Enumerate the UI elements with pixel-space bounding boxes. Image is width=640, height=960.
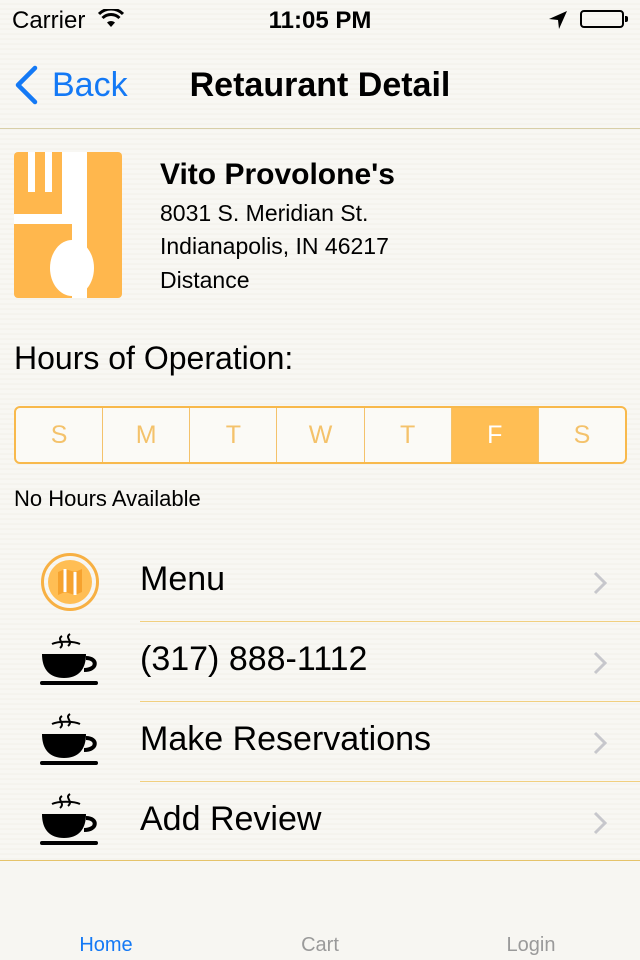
back-label: Back (52, 65, 128, 104)
navigation-bar: Back Retaurant Detail (0, 40, 640, 129)
coffee-cup-icon (40, 793, 98, 845)
reservations-label: Make Reservations (140, 720, 432, 758)
chevron-right-icon (593, 571, 608, 595)
day-segment-saturday[interactable]: S (539, 408, 625, 462)
list-bottom-divider (0, 860, 640, 861)
add-review-label: Add Review (140, 800, 322, 838)
reservations-row[interactable]: Make Reservations (0, 702, 640, 782)
coffee-cup-icon (40, 713, 98, 765)
chevron-right-icon (593, 731, 608, 755)
day-segment-thursday[interactable]: T (365, 408, 452, 462)
phone-row[interactable]: (317) 888-1112 (0, 622, 640, 702)
day-selector: S M T W T F S (14, 406, 627, 464)
coffee-cup-icon (40, 633, 98, 685)
restaurant-name: Vito Provolone's (160, 158, 395, 191)
hours-message: No Hours Available (14, 486, 201, 511)
tab-cart[interactable]: Cart (260, 934, 380, 957)
distance-label: Distance (160, 267, 250, 293)
location-arrow-icon (548, 9, 568, 37)
status-bar: Carrier 11:05 PM (0, 0, 640, 40)
phone-label: (317) 888-1112 (140, 640, 368, 678)
chevron-left-icon (15, 65, 38, 105)
day-segment-sunday[interactable]: S (16, 408, 104, 462)
fork-spoon-icon (14, 152, 122, 298)
add-review-row[interactable]: Add Review (0, 782, 640, 862)
chevron-right-icon (593, 651, 608, 675)
address-line-2: Indianapolis, IN 46217 (160, 233, 389, 259)
address-line-1: 8031 S. Meridian St. (160, 200, 369, 226)
menu-row[interactable]: Menu (0, 542, 640, 622)
day-segment-friday[interactable]: F (451, 408, 539, 462)
tab-home[interactable]: Home (46, 934, 166, 957)
back-button[interactable]: Back (14, 64, 128, 106)
clock: 11:05 PM (268, 7, 372, 34)
tab-bar: Home Cart Login (0, 862, 640, 960)
day-segment-wednesday[interactable]: W (277, 408, 365, 462)
day-segment-tuesday[interactable]: T (190, 408, 278, 462)
map-icon (41, 553, 99, 611)
battery-icon (580, 10, 628, 28)
tab-login[interactable]: Login (471, 934, 591, 957)
chevron-right-icon (593, 811, 608, 835)
action-list: Menu (317) 888-1112 Make Reservations Ad… (0, 542, 640, 862)
hours-title: Hours of Operation: (14, 340, 294, 376)
menu-label: Menu (140, 560, 226, 598)
day-segment-monday[interactable]: M (103, 408, 191, 462)
